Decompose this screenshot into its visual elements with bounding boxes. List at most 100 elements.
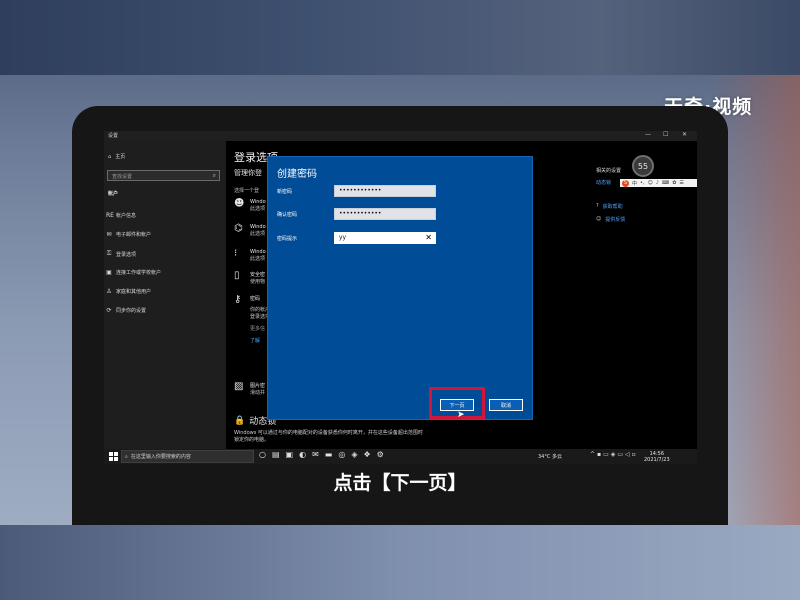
sidebar-item-label: 连接工作或学校帐户: [116, 270, 162, 276]
account-info-icon: RE: [106, 212, 114, 219]
option-desc: 此选项: [250, 231, 266, 237]
window-titlebar: 设置 — ☐ ✕: [104, 131, 697, 141]
sidebar-home[interactable]: ⌂ 主页: [108, 153, 126, 161]
sidebar-item-label: 电子邮件和帐户: [116, 232, 152, 238]
app-icon[interactable]: ❖: [364, 450, 371, 459]
ime-skin-icon: ✿: [672, 180, 677, 186]
taskbar-search-input[interactable]: ⌕ 在这里输入你要搜索的内容: [121, 450, 254, 463]
background-top-band: [0, 0, 800, 75]
sidebar-item-label: 登录选项: [116, 251, 137, 258]
mouse-cursor-icon: ➤: [457, 410, 465, 420]
face-icon: ☻: [234, 198, 245, 209]
sidebar-home-label: 主页: [115, 154, 126, 160]
ime-menu-icon: ☰: [679, 180, 684, 186]
related-settings-title: 相关的设置: [596, 168, 622, 174]
sidebar-item-family[interactable]: ♙ 家庭和其他用户: [106, 288, 151, 295]
taskbar-clock[interactable]: 14:56 2021/7/23: [644, 451, 670, 463]
file-explorer-icon[interactable]: ▬: [325, 450, 333, 459]
search-icon: ⌕: [212, 172, 216, 179]
maximize-button[interactable]: ☐: [663, 131, 668, 138]
search-placeholder: 查找设置: [112, 174, 133, 180]
task-view-icon[interactable]: ○: [259, 450, 266, 459]
window-title: 设置: [108, 133, 119, 139]
pin-icon: ⁝: [234, 248, 238, 259]
sidebar-item-label: 帐户信息: [116, 213, 137, 219]
taskbar: ⌕ 在这里输入你要搜索的内容 ○ ▤ ▣ ◐ ✉ ▬ ◎ ◈ ❖ ⚙ 34°C …: [104, 449, 697, 464]
ime-punct-icon: •,: [640, 180, 645, 186]
sogou-icon: S: [622, 179, 629, 187]
ime-mic-icon: ♪: [655, 180, 659, 186]
ime-emoji-icon: ☺: [647, 180, 653, 186]
key-icon: ⚿: [106, 250, 112, 257]
store-icon[interactable]: ▣: [286, 450, 294, 459]
sidebar-section-title: 帐户: [108, 191, 119, 197]
create-password-dialog: 创建密码 新密码 •••••••••••• 确认密码 •••••••••••• …: [267, 156, 533, 420]
option-fingerprint[interactable]: ⌬ Windo 此选项: [234, 223, 266, 238]
taskbar-weather[interactable]: 34°C 多云: [538, 453, 562, 460]
briefcase-icon: ▣: [106, 269, 112, 276]
security-key-icon: ▯: [234, 270, 240, 281]
settings-icon[interactable]: ⚙: [377, 450, 384, 459]
family-icon: ♙: [106, 288, 112, 295]
lock-icon: 🔒: [234, 415, 246, 426]
option-desc: 此选项: [250, 256, 266, 262]
sidebar-item-work-school[interactable]: ▣ 连接工作或学校帐户: [106, 269, 161, 276]
ime-toolbar[interactable]: S 中 •, ☺ ♪ ⌨ ✿ ☰: [620, 179, 697, 187]
new-password-input[interactable]: ••••••••••••: [334, 185, 436, 197]
option-name: Windo: [250, 249, 266, 255]
settings-sidebar: ⌂ 主页 查找设置 ⌕ 帐户 RE 帐户信息 ✉ 电子邮件和帐户 ⚿ 登录选项 …: [104, 141, 226, 454]
sidebar-item-label: 家庭和其他用户: [116, 289, 152, 295]
edge-icon[interactable]: ◎: [338, 450, 345, 459]
option-name: Windo: [250, 224, 266, 230]
page-subtitle: 管理你登: [234, 169, 262, 177]
cancel-button[interactable]: 取消: [489, 399, 523, 411]
ime-mode-icon: 中: [632, 180, 638, 187]
help-label: 获取帮助: [602, 204, 623, 210]
settings-search-input[interactable]: 查找设置 ⌕: [107, 170, 220, 181]
sidebar-item-email[interactable]: ✉ 电子邮件和帐户: [106, 231, 151, 238]
option-face[interactable]: ☻ Windo 此选项: [234, 198, 266, 213]
sync-icon: ⟳: [106, 307, 112, 314]
password-hint-input[interactable]: yy ✕: [334, 232, 436, 244]
clear-icon[interactable]: ✕: [425, 233, 432, 243]
close-button[interactable]: ✕: [682, 131, 687, 138]
new-password-label: 新密码: [277, 189, 293, 195]
password-icon: ⚷: [234, 294, 242, 305]
option-name: 安全密: [250, 272, 266, 278]
system-tray[interactable]: ^▪▭◈▭◁▫: [590, 451, 638, 458]
widgets-icon[interactable]: ▤: [272, 450, 280, 459]
dynamic-lock-description: Windows 可以通过与你的电脑配对的设备获悉你何时离开，并在这些设备超出范围…: [234, 430, 423, 443]
option-desc: 使用物: [250, 279, 266, 285]
related-settings-panel: 55 相关的设置 动态锁 S 中 •, ☺ ♪ ⌨ ✿ ☰ ? 获取帮助 ☺ 提…: [566, 141, 697, 454]
sidebar-item-sign-in-options[interactable]: ⚿ 登录选项: [106, 250, 136, 258]
option-desc: 此选项: [250, 206, 266, 212]
home-icon: ⌂: [108, 153, 112, 160]
video-caption: 点击【下一页】: [333, 472, 467, 494]
laptop-screen: 设置 — ☐ ✕ ⌂ 主页 查找设置 ⌕ 帐户 RE 帐户信息 ✉ 电子邮件和帐…: [104, 131, 697, 464]
browser-icon[interactable]: ◐: [299, 450, 306, 459]
start-icon[interactable]: [109, 452, 118, 461]
related-settings-link[interactable]: 动态锁: [596, 179, 611, 186]
help-link[interactable]: ? 获取帮助: [596, 203, 623, 210]
app-icon[interactable]: ◈: [351, 450, 357, 459]
taskbar-date: 2021/7/23: [644, 457, 670, 463]
feedback-icon: ☺: [596, 216, 602, 222]
option-pin[interactable]: ⁝ Windo 此选项: [234, 248, 266, 263]
taskbar-pinned-apps: ○ ▤ ▣ ◐ ✉ ▬ ◎ ◈ ❖ ⚙: [259, 450, 384, 459]
page-hint: 选择一个登: [234, 188, 260, 194]
minimize-button[interactable]: —: [645, 131, 651, 138]
password-hint-label: 密码提示: [277, 236, 298, 242]
dialog-title: 创建密码: [277, 169, 317, 180]
sidebar-item-label: 同步你的设置: [116, 308, 147, 314]
option-password[interactable]: ⚷ 密码 你的帐户 登录选项 更多信 了解: [234, 294, 270, 345]
sidebar-item-sync[interactable]: ⟳ 同步你的设置: [106, 307, 146, 314]
sidebar-item-account-info[interactable]: RE 帐户信息: [106, 212, 136, 219]
ime-keyboard-icon: ⌨: [661, 180, 670, 186]
feedback-link[interactable]: ☺ 提供反馈: [596, 216, 625, 223]
option-picture-password[interactable]: ▨ 图片密 滑动并: [234, 382, 266, 397]
fingerprint-icon: ⌬: [234, 223, 243, 234]
option-security-key[interactable]: ▯ 安全密 使用物: [234, 270, 266, 286]
option-name: 图片密: [250, 383, 266, 389]
mail-icon[interactable]: ✉: [312, 450, 319, 459]
confirm-password-input[interactable]: ••••••••••••: [334, 208, 436, 220]
